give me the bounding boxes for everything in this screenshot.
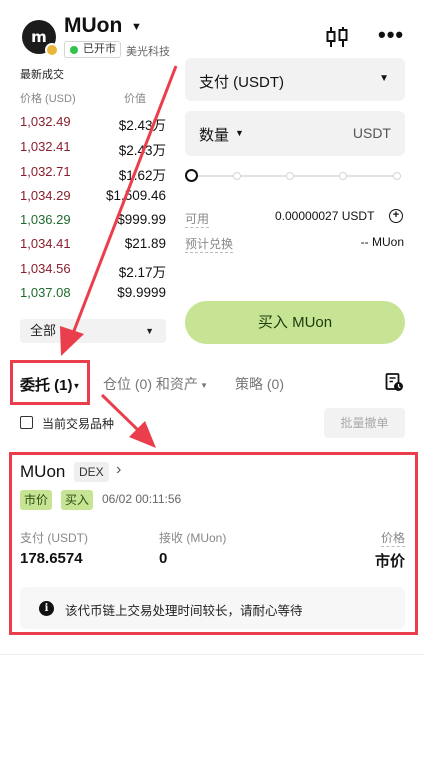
slider-tick[interactable] [286, 172, 294, 180]
receive-label: 接收 (MUon) [159, 531, 227, 545]
order-card[interactable]: MUon DEX › 市价 买入 06/02 00:11:56 支付 (USDT… [10, 452, 417, 635]
slider-tick[interactable] [393, 172, 401, 180]
chevron-down-icon: ▼ [72, 381, 81, 391]
info-icon: i [39, 601, 54, 616]
slider-tick[interactable] [339, 172, 347, 180]
trade-value: $9.9999 [117, 285, 166, 300]
candlestick-icon[interactable] [324, 24, 350, 50]
more-icon[interactable]: ••• [378, 24, 404, 46]
logo-letter: m [31, 28, 47, 46]
status-dot [70, 46, 78, 54]
slider-track [191, 175, 401, 177]
trade-value: $21.89 [124, 236, 166, 251]
trade-price: 1,032.49 [20, 114, 71, 129]
quantity-slider[interactable] [185, 169, 405, 183]
trade-value: $2.43万 [118, 143, 166, 158]
trade-row: 1,034.41 $21.89 [20, 236, 166, 260]
trade-price: 1,034.41 [20, 236, 71, 251]
buy-button[interactable]: 买入 MUon [185, 301, 405, 344]
order-type-tag: 市价 [20, 490, 53, 510]
trade-value: $999.99 [117, 212, 166, 227]
dex-tag: DEX [74, 462, 109, 482]
notice-text: 该代币链上交易处理时间较长，请耐心等待 [65, 604, 303, 618]
symbol-dropdown-icon[interactable]: ▼ [131, 21, 142, 33]
order-history-icon[interactable] [384, 372, 404, 392]
chevron-down-icon: ▼ [145, 326, 154, 336]
quantity-field[interactable]: 数量 ▼ USDT [185, 111, 405, 156]
logo-badge [45, 43, 59, 57]
orders-tabs: 委托 (1)▼ 仓位 (0) 和资产 ▼ 策略 (0) [0, 364, 424, 400]
quantity-label[interactable]: 数量 [199, 124, 229, 145]
pay-currency-label: 支付 (USDT) [199, 74, 284, 91]
trade-price: 1,032.41 [20, 139, 71, 154]
available-value: 0.00000027 USDT [275, 209, 375, 223]
trade-price: 1,034.29 [20, 188, 71, 203]
trade-row: 1,037.08 $9.9999 [20, 285, 166, 309]
tab-positions-label: 仓位 (0) 和资产 [103, 376, 198, 392]
trade-row: 1,032.41 $2.43万 [20, 139, 166, 163]
pay-label: 支付 (USDT) [20, 531, 88, 545]
trade-row: 1,032.71 $1.62万 [20, 164, 166, 188]
notice-banner: i 该代币链上交易处理时间较长，请耐心等待 [20, 587, 405, 629]
trade-price: 1,034.56 [20, 261, 71, 276]
trade-row: 1,036.29 $999.99 [20, 212, 166, 236]
trade-value: $1,509.46 [105, 188, 166, 203]
price-value: 市价 [374, 553, 405, 570]
slider-tick[interactable] [233, 172, 241, 180]
market-status-badge: 已开市 [64, 41, 121, 58]
batch-cancel-button[interactable]: 批量撤单 [324, 408, 405, 438]
tab-strategy[interactable]: 策略 (0) [235, 374, 284, 394]
trade-price: 1,032.71 [20, 164, 71, 179]
symbol-title[interactable]: MUon [64, 14, 122, 38]
chevron-down-icon[interactable]: ▼ [235, 128, 244, 138]
chevron-right-icon[interactable]: › [116, 461, 121, 479]
trade-row: 1,034.29 $1,509.46 [20, 188, 166, 212]
col-value: 价值 [124, 93, 146, 105]
estimate-value: -- MUon [360, 235, 404, 249]
current-symbol-label[interactable]: 当前交易品种 [42, 415, 114, 432]
tab-strategy-label: 策略 (0) [235, 376, 284, 392]
col-price: 价格 (USD) [20, 93, 76, 105]
header: m MUon ▼ 已开市 美光科技 ••• [0, 0, 424, 66]
tab-orders-label: 委托 (1) [20, 377, 73, 394]
trade-row: 1,032.49 $2.43万 [20, 114, 166, 138]
chevron-down-icon: ▼ [197, 380, 209, 390]
plus-circle-icon[interactable]: + [389, 209, 403, 223]
trade-value: $2.17万 [118, 265, 166, 280]
order-side-tag: 买入 [61, 490, 94, 510]
order-time: 06/02 00:11:56 [102, 492, 182, 506]
trade-price: 1,036.29 [20, 212, 71, 227]
available-label: 可用 [185, 212, 210, 228]
pay-value: 178.6574 [20, 550, 83, 567]
trade-row: 1,034.56 $2.17万 [20, 261, 166, 285]
slider-handle[interactable] [185, 169, 198, 182]
divider [0, 654, 424, 655]
trade-price: 1,037.08 [20, 285, 71, 300]
trade-filter-select[interactable]: 全部 ▼ [20, 319, 166, 343]
trade-value: $2.43万 [118, 118, 166, 133]
token-logo: m [22, 20, 59, 57]
company-name: 美光科技 [126, 46, 170, 58]
tab-orders[interactable]: 委托 (1)▼ [20, 374, 80, 395]
trade-filter-value: 全部 [30, 323, 57, 338]
current-symbol-checkbox[interactable] [20, 416, 33, 429]
trade-value: $1.62万 [118, 168, 166, 183]
tab-positions[interactable]: 仓位 (0) 和资产 ▼ [103, 374, 208, 394]
receive-value: 0 [159, 550, 168, 567]
chevron-down-icon: ▼ [379, 73, 389, 84]
market-status-text: 已开市 [83, 43, 116, 55]
pay-currency-select[interactable]: 支付 (USDT) ▼ [185, 58, 405, 101]
price-label: 价格 [380, 531, 405, 547]
quantity-unit: USDT [352, 125, 391, 141]
estimate-label: 预计兑换 [185, 237, 234, 253]
recent-trades-title: 最新成交 [20, 69, 64, 81]
order-symbol[interactable]: MUon [20, 462, 65, 482]
